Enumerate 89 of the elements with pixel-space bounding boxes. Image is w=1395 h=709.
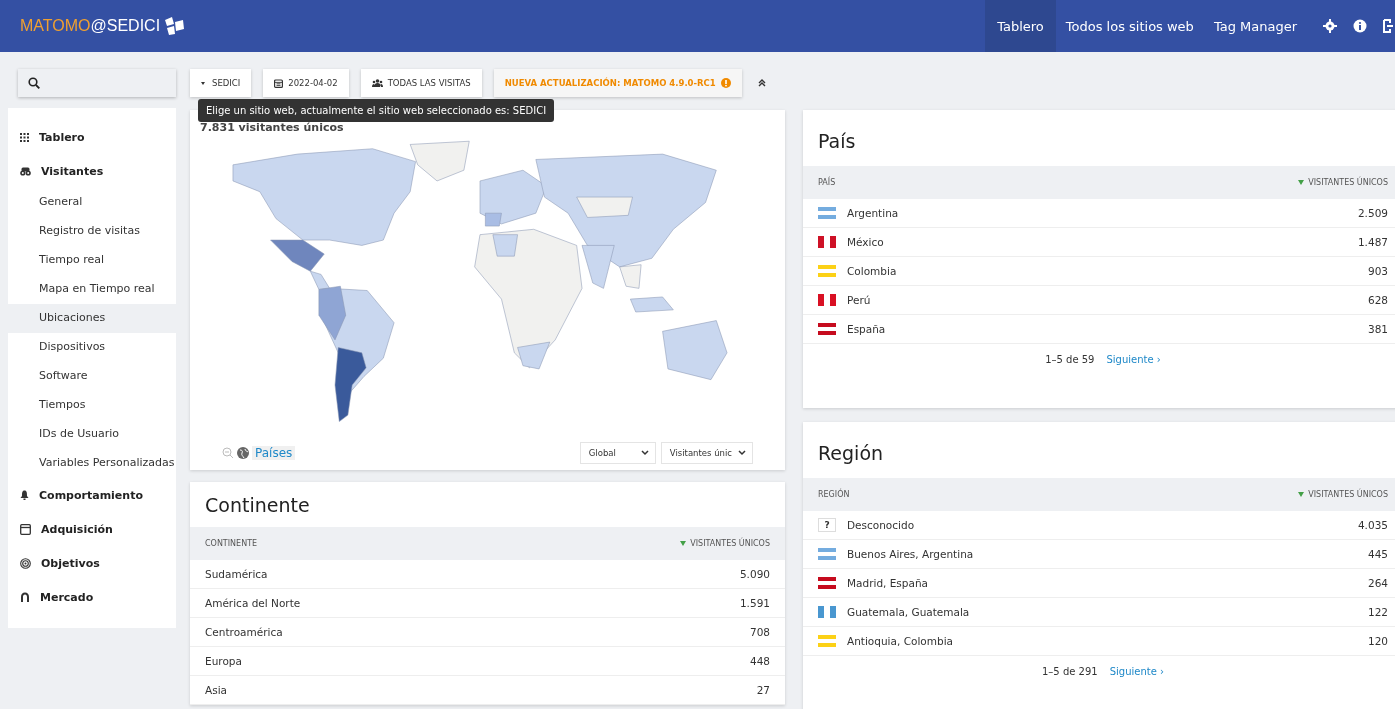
menu-item[interactable]: Tiempos — [8, 391, 176, 420]
double-chevron-up-icon[interactable] — [757, 79, 766, 87]
bell-icon — [20, 490, 29, 500]
menu-item[interactable]: Tiempo real — [8, 246, 176, 275]
table-cell: 27 — [756, 684, 770, 696]
table-cell: 381 — [1367, 323, 1388, 335]
countries-link[interactable]: Países — [252, 446, 296, 460]
search-field[interactable] — [18, 69, 176, 97]
column-header[interactable]: VISITANTES ÚNICOS — [1298, 490, 1388, 499]
nav-link[interactable]: Tablero — [985, 0, 1056, 52]
metric-select[interactable]: Visitantes únic — [660, 442, 753, 464]
table-cell: 4.035 — [1357, 519, 1388, 531]
table-cell: Perú — [847, 294, 871, 306]
table-cell: 1.487 — [1357, 236, 1388, 248]
table-cell: Buenos Aires, Argentina — [847, 548, 974, 560]
table-cell: Desconocido — [847, 519, 915, 531]
chevron-down-icon — [640, 450, 649, 456]
table-cell: España — [847, 323, 886, 335]
info-icon[interactable] — [1353, 19, 1367, 33]
card-title: Continente — [204, 493, 311, 518]
globe-icon — [237, 447, 249, 459]
table-cell: 445 — [1367, 548, 1388, 560]
table-cell: 1.591 — [739, 597, 770, 609]
logo[interactable]: MATOMO@SEDICI — [0, 16, 186, 36]
table-cell: 5.090 — [739, 568, 770, 580]
column-header[interactable]: CONTINENTE — [205, 539, 258, 548]
grid-icon — [20, 132, 29, 142]
next-link[interactable]: Siguiente › — [1109, 666, 1164, 677]
card-title: Región — [817, 441, 885, 466]
pagination-info: 1–5 de 59 — [1045, 354, 1095, 365]
table-cell: 2.509 — [1357, 207, 1388, 219]
menu-section[interactable]: Tablero — [8, 120, 176, 154]
table-cell: Madrid, España — [847, 577, 929, 589]
people-icon — [371, 79, 383, 87]
window-icon — [20, 523, 31, 535]
table-cell: 264 — [1367, 577, 1388, 589]
table-cell: Centroamérica — [205, 626, 283, 638]
nav-link[interactable]: Todos los sitios web — [1055, 0, 1204, 52]
column-header[interactable]: VISITANTES ÚNICOS — [680, 539, 770, 548]
table-cell: 122 — [1367, 606, 1388, 618]
binoculars-icon — [20, 166, 31, 176]
region-select[interactable]: Global — [579, 442, 656, 464]
menu-section[interactable]: Visitantes — [8, 154, 176, 188]
table-cell: Argentina — [847, 207, 899, 219]
table-cell: 448 — [749, 655, 770, 667]
boxes-icon — [163, 16, 186, 36]
site-selector[interactable]: SEDICI — [190, 69, 252, 97]
menu-item[interactable]: Software — [8, 362, 176, 391]
table-cell: Asia — [205, 684, 227, 696]
sign-out-icon[interactable] — [1383, 19, 1393, 33]
tooltip: Elige un sitio web, actualmente el sitio web seleccionado es: SEDICI — [198, 99, 555, 122]
chevron-down-icon — [738, 450, 746, 456]
table-cell: Guatemala, Guatemala — [847, 606, 970, 618]
menu-section[interactable]: Comportamiento — [8, 478, 176, 512]
table-cell: 628 — [1367, 294, 1388, 306]
menu-section[interactable]: Adquisición — [8, 512, 176, 546]
calendar-icon — [274, 78, 284, 88]
search-icon — [28, 77, 40, 89]
menu-section[interactable]: Mercado — [8, 580, 176, 614]
column-header[interactable]: VISITANTES ÚNICOS — [1298, 178, 1388, 187]
segment-selector[interactable]: TODAS LAS VISITAS — [360, 69, 482, 97]
pagination-info: 1–5 de 291 — [1042, 666, 1098, 677]
menu-section[interactable]: Objetivos — [8, 546, 176, 580]
menu-item[interactable]: Ubicaciones — [8, 304, 176, 333]
table-cell: América del Norte — [205, 597, 301, 609]
table-cell: 708 — [749, 626, 770, 638]
table-cell: Antioquia, Colombia — [847, 635, 953, 647]
table-cell: Europa — [205, 655, 242, 667]
column-header[interactable]: REGIÓN — [818, 490, 850, 499]
menu-item[interactable]: IDs de Usuario — [8, 420, 176, 449]
table-cell: 903 — [1367, 265, 1388, 277]
nav-link[interactable]: Tag Manager — [1203, 0, 1307, 52]
date-selector[interactable]: 2022-04-02 — [263, 69, 349, 97]
map-title: 7.831 visitantes únicos — [200, 121, 345, 134]
unknown-icon: ? — [818, 518, 836, 532]
menu-item[interactable]: Mapa en Tiempo real — [8, 275, 176, 304]
next-link[interactable]: Siguiente › — [1106, 354, 1161, 365]
menu-item[interactable]: General — [8, 188, 176, 217]
card-title: País — [817, 129, 857, 154]
menu-item[interactable]: Registro de visitas — [8, 217, 176, 246]
table-cell: México — [847, 236, 884, 248]
table-cell: 120 — [1367, 635, 1388, 647]
column-header[interactable]: PAÍS — [818, 178, 836, 187]
table-cell: Colombia — [847, 265, 897, 277]
menu-item[interactable]: Dispositivos — [8, 333, 176, 362]
info-icon — [720, 78, 731, 88]
target-icon — [20, 557, 31, 569]
table-cell: Sudamérica — [205, 568, 268, 580]
menu-item[interactable]: Variables Personalizadas — [8, 449, 176, 478]
